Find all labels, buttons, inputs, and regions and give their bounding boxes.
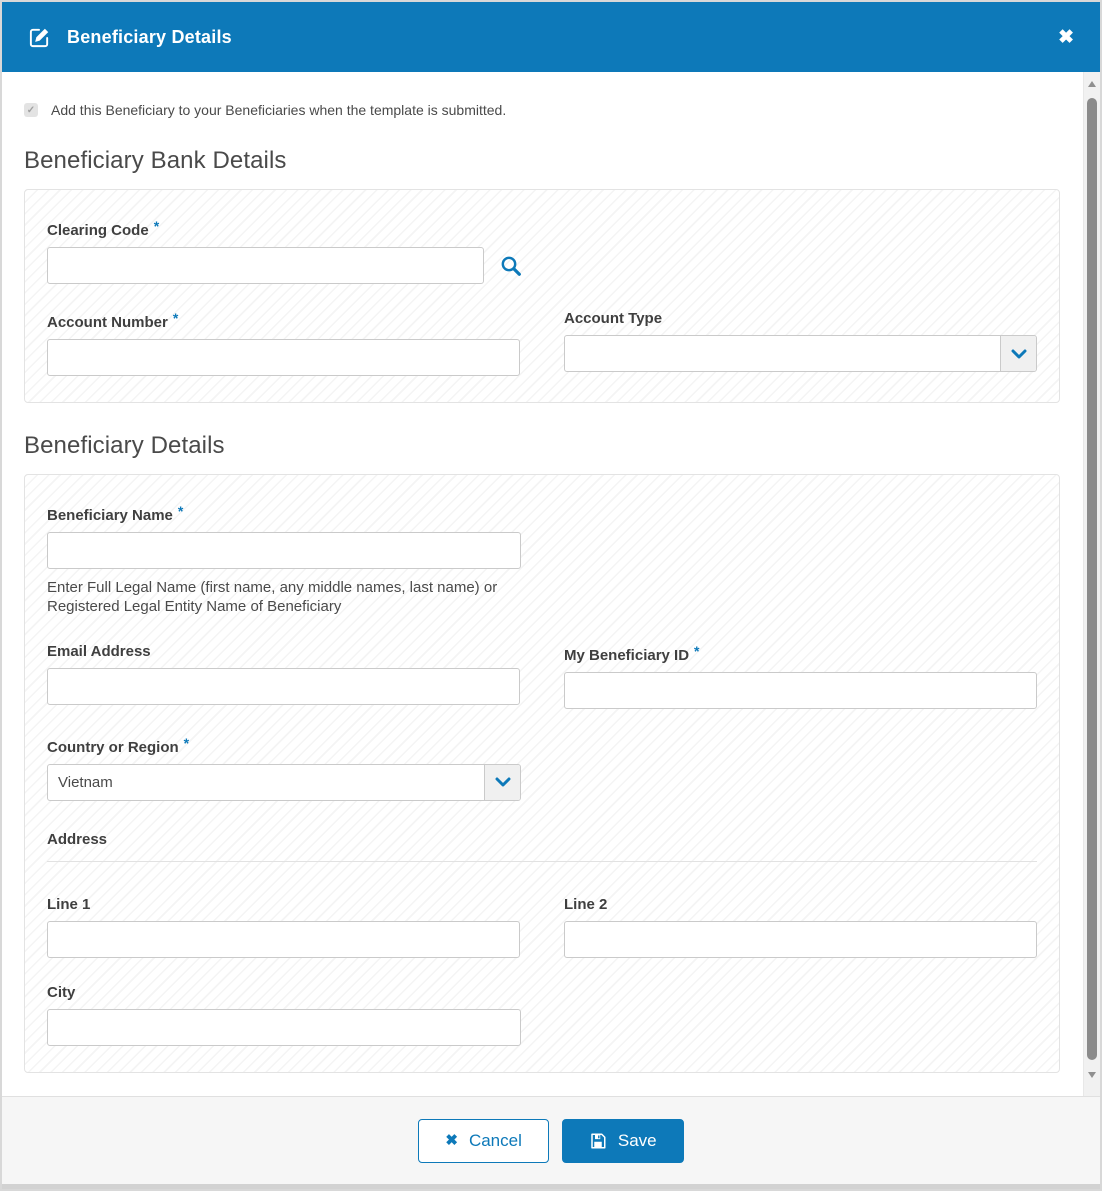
country-label: Country or Region* <box>47 735 521 756</box>
modal-header: Beneficiary Details ✖ <box>2 2 1100 72</box>
modal-body: ✓ Add this Beneficiary to your Beneficia… <box>2 72 1100 1096</box>
line2-label: Line 2 <box>564 896 1037 913</box>
country-select[interactable]: Vietnam <box>47 764 521 801</box>
scrollbar-thumb[interactable] <box>1087 98 1097 1060</box>
line2-input[interactable] <box>564 921 1037 958</box>
email-input[interactable] <box>47 668 520 705</box>
save-button[interactable]: Save <box>562 1119 684 1163</box>
scrollbar[interactable] <box>1083 72 1100 1096</box>
cancel-button[interactable]: ✖ Cancel <box>418 1119 549 1163</box>
cancel-x-icon: ✖ <box>445 1133 458 1148</box>
clearing-code-label: Clearing Code* <box>47 218 1037 239</box>
line1-label: Line 1 <box>47 896 520 913</box>
beneficiary-name-label: Beneficiary Name* <box>47 503 1037 524</box>
email-label: Email Address <box>47 643 520 660</box>
country-field: Country or Region* Vietnam <box>47 735 521 801</box>
account-type-field: Account Type <box>564 310 1037 376</box>
required-asterisk: * <box>178 503 183 519</box>
required-asterisk: * <box>173 310 178 326</box>
scroll-down-icon[interactable] <box>1088 1072 1096 1078</box>
beneficiary-section-heading: Beneficiary Details <box>24 432 1060 460</box>
save-button-label: Save <box>618 1131 657 1151</box>
note-row: ✓ Add this Beneficiary to your Beneficia… <box>24 102 1060 118</box>
check-icon: ✓ <box>27 105 35 116</box>
account-type-label: Account Type <box>564 310 1037 327</box>
clearing-code-input[interactable] <box>47 247 484 284</box>
required-asterisk: * <box>154 218 159 234</box>
address-group-label: Address <box>47 831 1037 848</box>
required-asterisk: * <box>184 735 189 751</box>
close-icon[interactable]: ✖ <box>1058 28 1074 47</box>
city-input[interactable] <box>47 1009 521 1046</box>
required-asterisk: * <box>694 643 699 659</box>
beneficiary-id-label: My Beneficiary ID* <box>564 643 1037 664</box>
edit-pen-square-icon <box>28 26 51 49</box>
bank-section-heading: Beneficiary Bank Details <box>24 147 1060 175</box>
scroll-up-icon[interactable] <box>1088 81 1096 87</box>
note-label: Add this Beneficiary to your Beneficiari… <box>51 102 506 118</box>
email-field: Email Address <box>47 643 520 709</box>
modal-bottom-edge <box>2 1184 1100 1189</box>
line1-input[interactable] <box>47 921 520 958</box>
account-number-label: Account Number* <box>47 310 520 331</box>
modal-title: Beneficiary Details <box>67 27 232 48</box>
country-value: Vietnam <box>48 765 484 800</box>
account-type-value <box>565 336 1000 371</box>
search-icon[interactable] <box>500 255 522 277</box>
bank-details-panel: Clearing Code* <box>24 189 1060 403</box>
address-line1-field: Line 1 <box>47 896 520 958</box>
beneficiary-name-help: Enter Full Legal Name (first name, any m… <box>47 579 535 617</box>
save-floppy-icon <box>589 1132 607 1150</box>
beneficiary-id-input[interactable] <box>564 672 1037 709</box>
modal-footer: ✖ Cancel Save <box>2 1096 1100 1184</box>
address-divider <box>47 861 1037 862</box>
chevron-down-icon[interactable] <box>1000 336 1036 371</box>
beneficiary-id-field: My Beneficiary ID* <box>564 643 1037 709</box>
cancel-button-label: Cancel <box>469 1131 522 1151</box>
chevron-down-icon[interactable] <box>484 765 520 800</box>
account-type-select[interactable] <box>564 335 1037 372</box>
beneficiary-name-field: Beneficiary Name* Enter Full Legal Name … <box>47 503 1037 617</box>
clearing-code-field: Clearing Code* <box>47 218 1037 284</box>
account-number-field: Account Number* <box>47 310 520 376</box>
address-line2-field: Line 2 <box>564 896 1037 958</box>
add-beneficiary-checkbox[interactable]: ✓ <box>24 103 38 117</box>
city-label: City <box>47 984 521 1001</box>
city-field: City <box>47 984 521 1046</box>
beneficiary-details-panel: Beneficiary Name* Enter Full Legal Name … <box>24 474 1060 1073</box>
beneficiary-name-input[interactable] <box>47 532 521 569</box>
beneficiary-details-modal: Beneficiary Details ✖ ✓ Add this Benefic… <box>0 0 1102 1191</box>
account-number-input[interactable] <box>47 339 520 376</box>
